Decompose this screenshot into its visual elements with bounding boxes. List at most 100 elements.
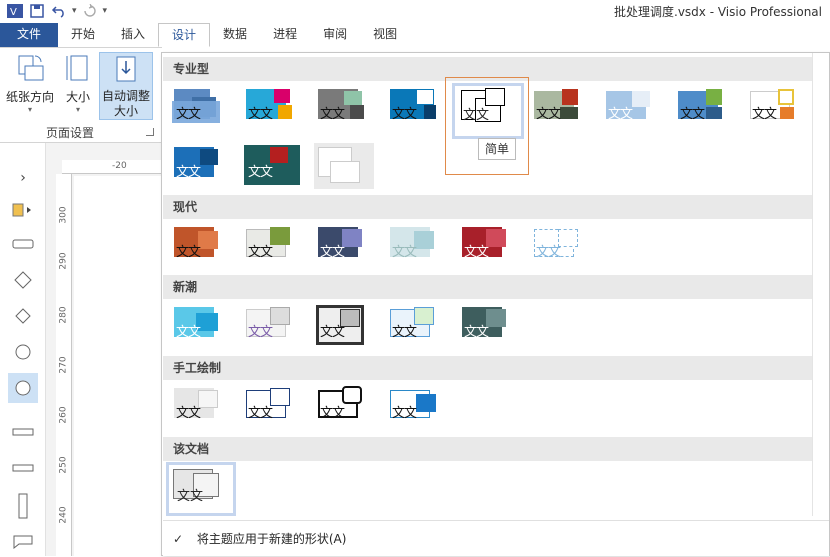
thumb-text: 文文 — [176, 325, 201, 340]
thumb-text: 文文 — [392, 325, 417, 340]
apply-theme-label: 将主题应用于新建的形状(A) — [196, 532, 347, 546]
drawing-page[interactable] — [74, 176, 164, 556]
thumb-text: 文文 — [752, 107, 777, 122]
thumb-text: 文文 — [248, 325, 273, 340]
thumb-text: 文文 — [176, 165, 201, 180]
thumb-text: 文文 — [176, 107, 201, 122]
thumb-text: 文文 — [464, 245, 489, 260]
size-dropdown-icon: ▾ — [75, 105, 80, 114]
tab-process[interactable]: 进程 — [260, 23, 310, 47]
theme-thumbnail[interactable] — [314, 143, 374, 189]
undo-icon[interactable] — [50, 2, 68, 20]
size-icon — [66, 55, 88, 81]
shapes-panel: › — [0, 143, 46, 556]
vruler-tick: 270 — [58, 356, 69, 374]
expand-chevron-icon[interactable]: › — [8, 163, 38, 193]
visio-logo-icon: V — [6, 2, 24, 20]
theme-thumbnail[interactable]: 文文 — [460, 305, 522, 353]
theme-thumbnail[interactable]: 文文 — [172, 225, 234, 273]
theme-current-document[interactable]: 文文 — [166, 462, 236, 516]
orientation-dropdown-icon: ▾ — [27, 105, 32, 114]
tab-file[interactable]: 文件 — [0, 23, 58, 47]
tab-review[interactable]: 审阅 — [310, 23, 360, 47]
theme-thumbnail[interactable]: 文文 — [316, 386, 378, 434]
title-bar: V ▾ ▾ 批处理调度.vsdx - Visio Professional — [0, 0, 830, 22]
theme-thumbnail[interactable]: 文文 — [532, 225, 594, 273]
thumb-text: 文文 — [176, 245, 201, 260]
theme-thumbnail[interactable]: 文文 — [172, 305, 234, 353]
vruler-tick: 290 — [58, 252, 69, 270]
shape-rectangle-icon[interactable] — [8, 229, 38, 259]
theme-thumbnail[interactable]: 文文 — [460, 225, 522, 273]
shape-vertical-bar-icon[interactable] — [8, 491, 38, 521]
section-this-document: 该文档 — [163, 437, 812, 461]
thumb-text: 文文 — [248, 245, 273, 260]
theme-thumbnail[interactable]: 文文 — [172, 87, 234, 135]
theme-thumbnail[interactable]: 文文 — [244, 386, 306, 434]
section-hand-drawn: 手工绘制 — [163, 356, 812, 380]
theme-thumbnail[interactable]: 文文 — [316, 225, 378, 273]
section-modern: 现代 — [163, 195, 812, 219]
theme-thumbnail[interactable]: 文文 — [388, 225, 450, 273]
ribbon-page-setup: 纸张方向 ▾ 大小 ▾ 自动调整 大小 页面设置 — [0, 47, 162, 143]
thumb-text: 文文 — [536, 107, 561, 122]
thumb-text: 文文 — [320, 107, 345, 122]
customize-qat-icon[interactable]: ▾ — [103, 6, 108, 16]
tab-design[interactable]: 设计 — [158, 23, 211, 47]
thumb-text: 文文 — [320, 406, 345, 421]
autosize-button[interactable]: 自动调整 大小 — [99, 52, 153, 120]
theme-thumbnail[interactable]: 文文 — [172, 145, 234, 193]
more-shapes-icon[interactable] — [8, 195, 38, 225]
dialog-launcher-icon[interactable] — [146, 128, 154, 136]
theme-thumbnail[interactable]: 文文 — [244, 145, 306, 193]
redo-icon[interactable] — [81, 2, 99, 20]
tab-data[interactable]: 数据 — [210, 23, 260, 47]
theme-thumbnail[interactable]: 文文 — [388, 386, 450, 434]
gallery-scrollbar[interactable] — [812, 53, 829, 516]
tab-home[interactable]: 开始 — [58, 23, 108, 47]
shape-circle-selected-icon[interactable] — [8, 373, 38, 403]
autosize-label: 自动调整 大小 — [101, 89, 150, 118]
orientation-button[interactable]: 纸张方向 ▾ — [4, 52, 56, 120]
thumb-text: 文文 — [608, 107, 633, 122]
shape-diamond-small-icon[interactable] — [8, 301, 38, 331]
size-label: 大小 — [65, 90, 90, 104]
theme-thumbnail[interactable]: 文文 — [244, 305, 306, 353]
tab-view[interactable]: 视图 — [360, 23, 410, 47]
undo-dropdown-icon[interactable]: ▾ — [72, 6, 77, 16]
thumb-text: 文文 — [320, 245, 345, 260]
checkmark-icon: ✓ — [173, 532, 184, 546]
theme-thumbnail[interactable]: 文文 — [316, 305, 378, 353]
ribbon-tabs: 文件 开始 插入 设计 数据 进程 审阅 视图 — [0, 23, 830, 47]
theme-thumbnail[interactable]: 文文 — [676, 87, 738, 135]
thumb-text: 文文 — [392, 406, 417, 421]
theme-thumbnail[interactable]: 文文 — [316, 87, 378, 135]
shape-diamond-icon[interactable] — [8, 265, 38, 295]
vruler-tick: 240 — [58, 506, 69, 524]
orientation-icon — [18, 55, 44, 81]
vruler-tick: 300 — [58, 206, 69, 224]
theme-thumbnail[interactable]: 文文 — [748, 87, 810, 135]
thumb-text: 文文 — [248, 406, 273, 421]
theme-thumbnail[interactable]: 文文 — [532, 87, 594, 135]
shape-card-icon[interactable] — [8, 527, 38, 557]
shape-circle-icon[interactable] — [8, 337, 38, 367]
theme-thumbnail[interactable]: 文文 — [244, 87, 306, 135]
theme-thumbnail[interactable]: 文文 — [388, 87, 450, 135]
save-icon[interactable] — [28, 2, 46, 20]
theme-thumbnail[interactable]: 文文 — [604, 87, 666, 135]
apply-theme-to-new-shapes[interactable]: ✓ 将主题应用于新建的形状(A) — [163, 520, 829, 556]
shape-bar-icon[interactable] — [8, 417, 38, 447]
size-button[interactable]: 大小 ▾ — [58, 52, 98, 120]
theme-thumbnail[interactable]: 文文 — [388, 305, 450, 353]
orientation-label: 纸张方向 — [5, 90, 54, 104]
theme-thumbnail[interactable]: 文文 — [244, 225, 306, 273]
theme-thumbnail[interactable]: 文文 — [172, 386, 234, 434]
thumb-text: 文文 — [392, 245, 417, 260]
svg-text:V: V — [10, 7, 17, 18]
vruler-tick: 250 — [58, 456, 69, 474]
shape-bar-2-icon[interactable] — [8, 453, 38, 483]
vruler-tick: 260 — [58, 406, 69, 424]
tab-insert[interactable]: 插入 — [108, 23, 158, 47]
thumb-text: 文文 — [248, 165, 273, 180]
